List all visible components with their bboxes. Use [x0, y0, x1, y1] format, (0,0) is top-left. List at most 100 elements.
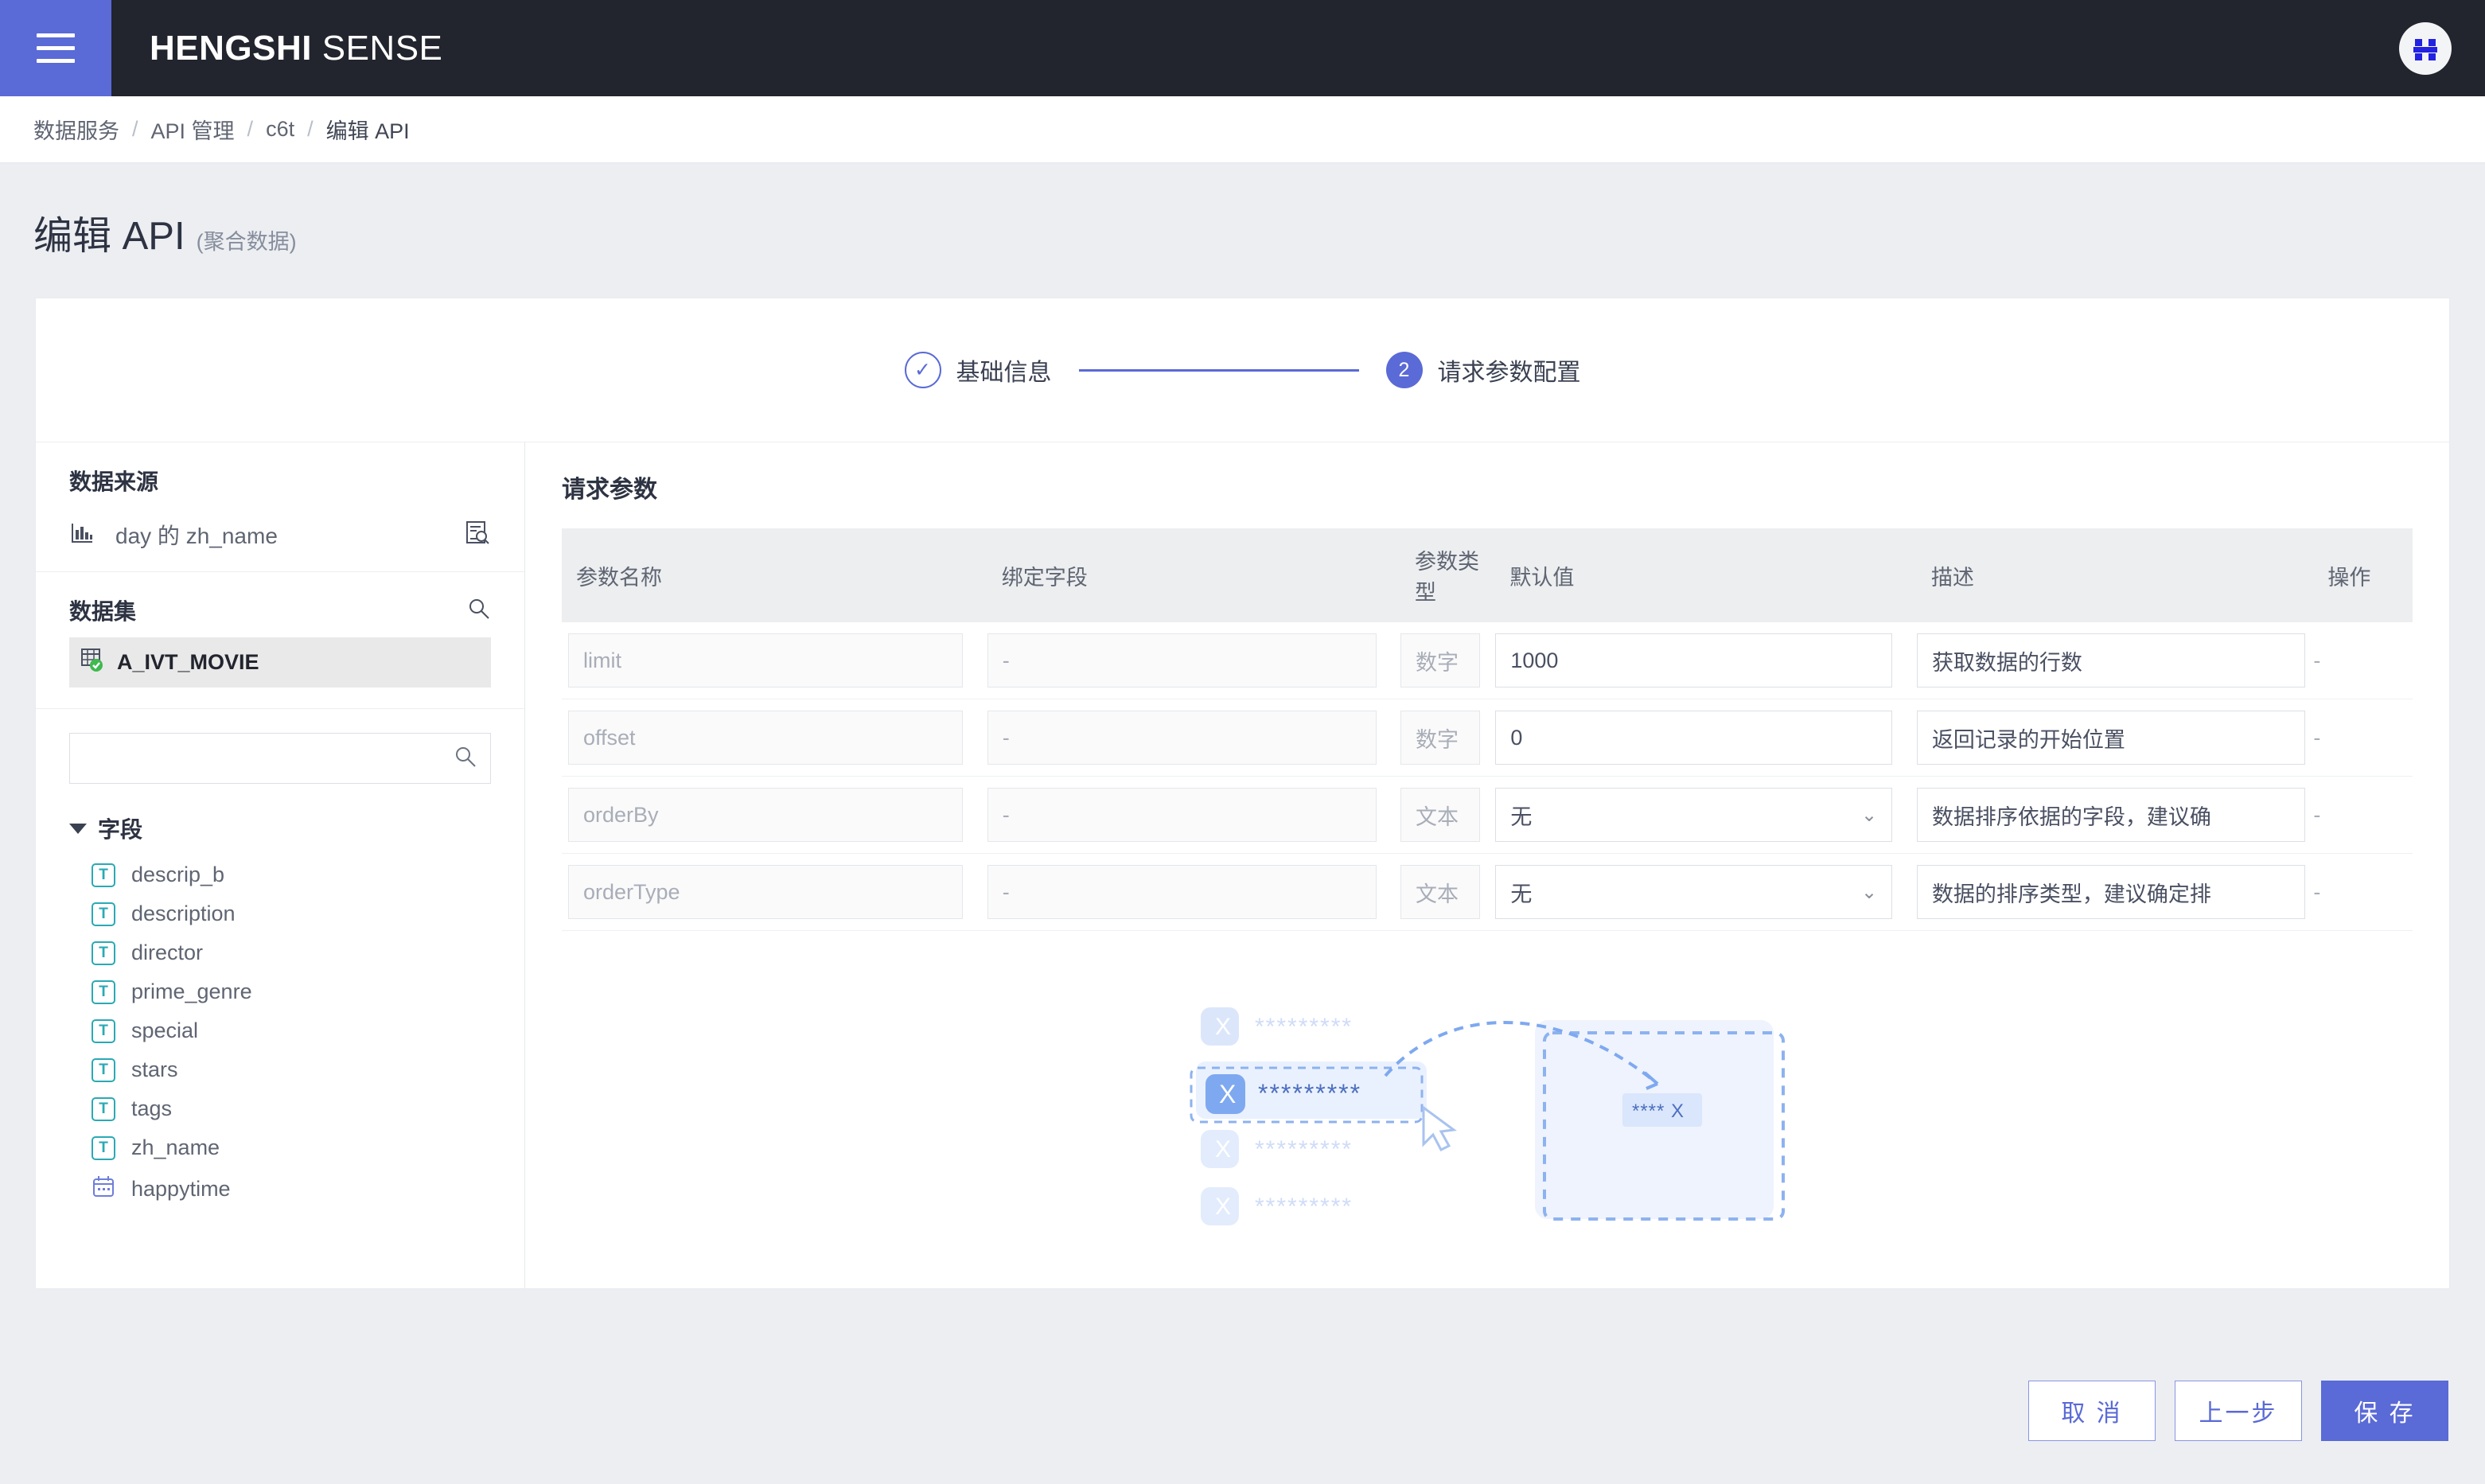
field-label: tags: [131, 1096, 173, 1120]
breadcrumb-item-0[interactable]: 数据服务: [33, 114, 119, 145]
main-card: ✓ 基础信息 2 请求参数配置 数据来源 day 的 zh_name 数据集 A…: [35, 298, 2450, 1289]
page-title: 编辑 API: [33, 215, 185, 258]
field-label: descrip_b: [131, 863, 225, 886]
step-request-params[interactable]: 2 请求参数配置: [1385, 352, 1581, 388]
field-item-prime-genre[interactable]: T prime_genre: [36, 972, 524, 1011]
document-search-icon[interactable]: [464, 520, 491, 551]
breadcrumb-separator: /: [132, 117, 138, 141]
svg-text:X: X: [1215, 1194, 1231, 1220]
top-bar: HENGSHI SENSE: [0, 0, 2485, 96]
breadcrumb-separator: /: [247, 117, 254, 141]
save-button[interactable]: 保 存: [2321, 1380, 2448, 1441]
field-item-description[interactable]: T description: [36, 894, 524, 933]
field-item-happytime[interactable]: happytime: [36, 1167, 524, 1211]
step-basic-info[interactable]: ✓ 基础信息: [904, 352, 1052, 388]
default-value-input[interactable]: 1000: [1495, 633, 1893, 687]
bind-field-input: -: [987, 711, 1377, 765]
step-1-marker: ✓: [904, 352, 941, 388]
param-type-value: 数字: [1400, 711, 1480, 765]
bar-chart-icon: [69, 520, 95, 550]
default-value-select[interactable]: 无 ⌄: [1495, 865, 1893, 919]
column-header-bind-field: 绑定字段: [987, 528, 1400, 622]
svg-text:*********: *********: [1255, 1136, 1353, 1163]
field-item-special[interactable]: T special: [36, 1011, 524, 1050]
field-label: prime_genre: [131, 980, 252, 1003]
step-1-label: 基础信息: [956, 360, 1052, 386]
field-search-box[interactable]: [69, 733, 491, 784]
svg-text:**** X: **** X: [1632, 1100, 1685, 1122]
fields-group-label: 字段: [98, 817, 143, 842]
row-action: -: [2313, 853, 2413, 931]
column-header-param-type: 参数类型: [1400, 528, 1496, 622]
param-name-input: orderType: [568, 865, 964, 919]
text-type-icon: T: [92, 1019, 115, 1043]
table-row: offset - 数字 0 返回记录的开始位置 -: [562, 699, 2413, 777]
default-value-select[interactable]: 无 ⌄: [1495, 788, 1893, 842]
field-search-input[interactable]: [83, 746, 454, 771]
text-type-icon: T: [92, 1057, 115, 1082]
breadcrumb-item-2[interactable]: c6t: [266, 117, 294, 142]
breadcrumb-item-1[interactable]: API 管理: [151, 114, 235, 145]
column-header-param-name: 参数名称: [562, 528, 987, 622]
description-input[interactable]: 获取数据的行数: [1916, 633, 2306, 687]
data-source-item[interactable]: day 的 zh_name: [69, 519, 491, 551]
fields-group-header[interactable]: 字段: [69, 812, 524, 844]
chevron-down-icon: [69, 823, 87, 834]
field-label: director: [131, 941, 204, 964]
footer-actions: 取 消 上一步 保 存: [0, 1337, 2485, 1484]
data-source-title: 数据来源: [69, 469, 159, 494]
wizard-stepper: ✓ 基础信息 2 请求参数配置: [36, 298, 2449, 442]
field-item-tags[interactable]: T tags: [36, 1089, 524, 1128]
brand-name-light: SENSE: [321, 28, 443, 68]
page-subtitle: (聚合数据): [196, 230, 297, 254]
brand-logo: HENGSHI SENSE: [150, 29, 442, 68]
cancel-button[interactable]: 取 消: [2028, 1380, 2156, 1441]
column-header-action: 操作: [2313, 528, 2413, 622]
column-header-default: 默认值: [1495, 528, 1917, 622]
brand-name-bold: HENGSHI: [150, 28, 312, 68]
dataset-search-icon[interactable]: [467, 597, 491, 625]
field-label: stars: [131, 1057, 178, 1081]
previous-step-button[interactable]: 上一步: [2175, 1380, 2302, 1441]
svg-text:*********: *********: [1255, 1194, 1353, 1220]
description-input[interactable]: 数据的排序类型，建议确定排: [1916, 865, 2306, 919]
column-header-description: 描述: [1916, 528, 2314, 622]
description-input[interactable]: 数据排序依据的字段，建议确: [1916, 788, 2306, 842]
page-header: 编辑 API (聚合数据): [0, 163, 2485, 298]
data-source-panel: 数据来源 day 的 zh_name 数据集 A_IVT_MOVIE 字段 T …: [36, 442, 525, 1288]
data-source-name: day 的 zh_name: [115, 524, 278, 548]
calendar-icon: [92, 1174, 115, 1204]
param-type-value: 文本: [1400, 788, 1480, 842]
bind-field-input: -: [987, 865, 1377, 919]
user-avatar-icon[interactable]: [2399, 21, 2452, 75]
request-params-panel: 请求参数 参数名称 绑定字段 参数类型 默认值 描述 操作 limit - 数字…: [525, 442, 2449, 1288]
request-params-table: 参数名称 绑定字段 参数类型 默认值 描述 操作 limit - 数字 1000…: [562, 528, 2413, 931]
description-input[interactable]: 返回记录的开始位置: [1916, 711, 2306, 765]
hamburger-icon[interactable]: [0, 0, 111, 96]
chevron-down-icon: ⌄: [1861, 804, 1878, 826]
text-type-icon: T: [92, 902, 115, 926]
row-action: -: [2313, 699, 2413, 777]
row-action: -: [2313, 622, 2413, 699]
svg-text:X: X: [1219, 1080, 1236, 1108]
default-value-input[interactable]: 0: [1495, 711, 1893, 765]
text-type-icon: T: [92, 1096, 115, 1121]
breadcrumb-separator: /: [307, 117, 314, 141]
card-body: 数据来源 day 的 zh_name 数据集 A_IVT_MOVIE 字段 T …: [36, 442, 2449, 1288]
field-item-zh-name[interactable]: T zh_name: [36, 1128, 524, 1167]
dataset-item-a-ivt-movie[interactable]: A_IVT_MOVIE: [69, 637, 491, 687]
field-list: T descrip_b T description T director T p…: [36, 855, 524, 1288]
svg-text:*********: *********: [1255, 1014, 1353, 1040]
default-value-selected: 无: [1510, 882, 1533, 906]
field-item-stars[interactable]: T stars: [36, 1050, 524, 1089]
text-type-icon: T: [92, 980, 115, 1004]
data-source-section: 数据来源 day 的 zh_name: [36, 442, 524, 572]
bind-field-input: -: [987, 633, 1377, 687]
field-label: special: [131, 1019, 199, 1042]
field-item-director[interactable]: T director: [36, 933, 524, 972]
app-root: HENGSHI SENSE 数据服务 / API 管理 / c6t / 编辑 A…: [0, 0, 2485, 1484]
param-type-value: 文本: [1400, 865, 1480, 919]
field-item-descrip-b[interactable]: T descrip_b: [36, 855, 524, 894]
search-icon[interactable]: [454, 745, 477, 773]
table-check-icon: [80, 646, 107, 679]
